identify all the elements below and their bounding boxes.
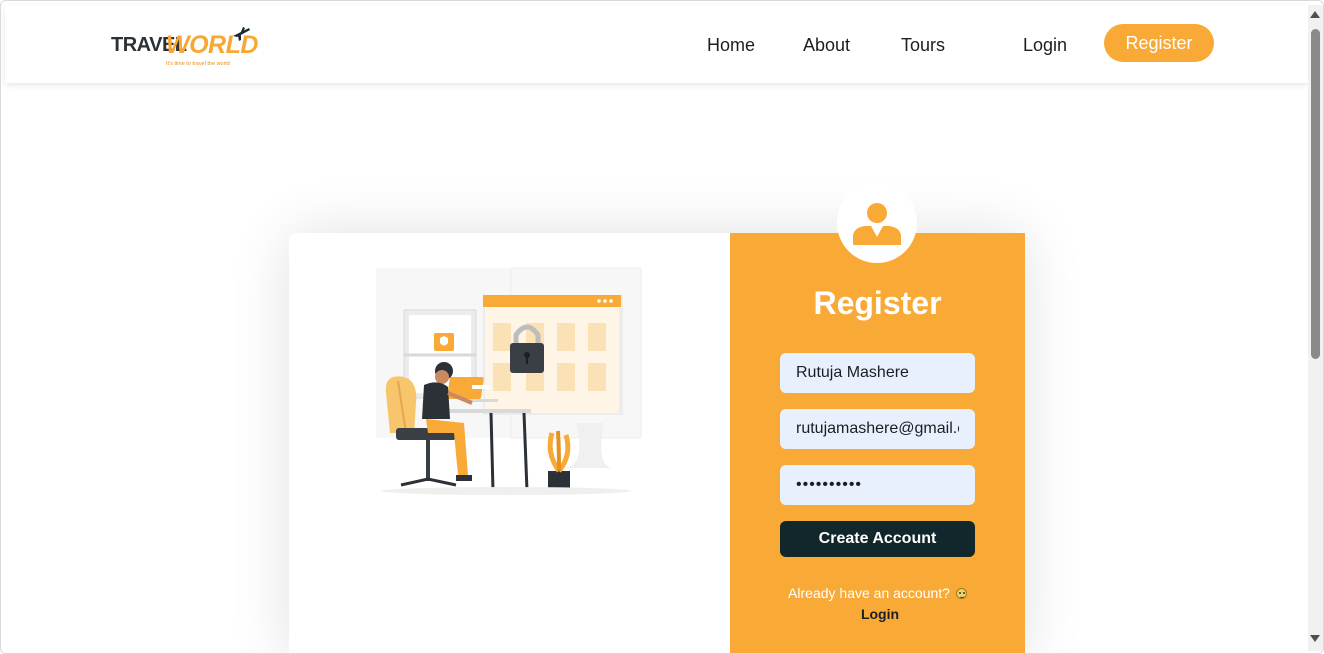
email-input[interactable] xyxy=(780,409,975,449)
travelworld-logo[interactable]: TRAVEL WORLD It's time to travel the wor… xyxy=(109,25,258,73)
scroll-up-arrow-icon[interactable] xyxy=(1310,11,1320,18)
site-header: TRAVEL WORLD It's time to travel the wor… xyxy=(5,5,1308,83)
already-have-account-label: Already have an account? xyxy=(788,585,950,601)
password-input[interactable] xyxy=(780,465,975,505)
smile-emoji-icon xyxy=(955,588,967,599)
avatar xyxy=(837,183,917,263)
nav-login-link[interactable]: Login xyxy=(1023,35,1067,56)
scrollbar-thumb[interactable] xyxy=(1311,29,1320,359)
register-illustration xyxy=(376,267,642,495)
form-title: Register xyxy=(813,285,942,321)
nav-tours-link[interactable]: Tours xyxy=(901,35,945,56)
login-link[interactable]: Login xyxy=(730,606,1030,622)
username-input[interactable] xyxy=(780,353,975,393)
register-button[interactable]: Register xyxy=(1104,24,1214,62)
create-account-button[interactable]: Create Account xyxy=(780,521,975,557)
nav-home-link[interactable]: Home xyxy=(707,35,755,56)
user-avatar-icon xyxy=(853,203,901,245)
already-have-account-text: Already have an account? xyxy=(730,585,1025,601)
nav-about-link[interactable]: About xyxy=(803,35,850,56)
browser-viewport: TRAVEL WORLD It's time to travel the wor… xyxy=(0,0,1324,654)
airplane-icon xyxy=(233,27,250,41)
scroll-down-arrow-icon[interactable] xyxy=(1310,635,1320,642)
logo-tagline: It's time to travel the world xyxy=(166,61,230,67)
